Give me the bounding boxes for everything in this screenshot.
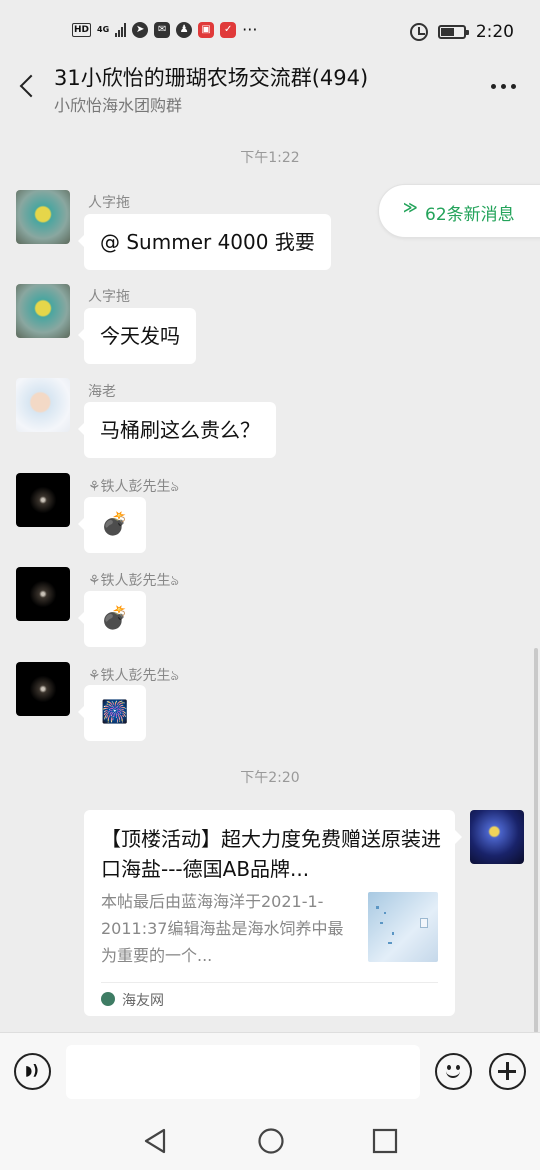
sender-name: ⚘铁人彭先生ঌ xyxy=(88,573,179,589)
avatar[interactable] xyxy=(16,473,70,527)
double-chevron-up-icon: ≫ xyxy=(403,200,418,216)
app-notification-icon: ✉ xyxy=(154,22,171,38)
sticker-bubble[interactable]: 🎆 xyxy=(78,685,146,741)
signal-icon xyxy=(115,23,127,37)
system-nav-bar xyxy=(0,1112,540,1170)
network-type: 4G xyxy=(97,25,110,34)
message-bubble[interactable]: @ Summer 4000 我要 xyxy=(78,214,331,270)
status-icons-right: 2:20 xyxy=(409,22,514,42)
timestamp: 下午1:22 xyxy=(240,150,300,166)
sticker-bubble[interactable]: 💣 xyxy=(78,497,146,553)
divider xyxy=(101,982,438,983)
avatar[interactable] xyxy=(16,378,70,432)
triangle-back-icon xyxy=(144,1128,166,1154)
site-logo-icon xyxy=(101,992,115,1006)
sender-name: 海老 xyxy=(88,384,116,400)
nav-home-button[interactable] xyxy=(257,1127,285,1155)
link-card-source: 海友网 xyxy=(122,993,164,1009)
new-messages-label: 62条新消息 xyxy=(425,205,515,225)
voice-input-button[interactable]: ◗) xyxy=(14,1053,51,1090)
sender-name: 人字拖 xyxy=(88,195,130,211)
new-messages-button[interactable]: ≫ 62条新消息 xyxy=(378,184,540,238)
more-options-button[interactable] xyxy=(491,84,516,89)
message-bubble[interactable]: 今天发吗 xyxy=(78,308,196,364)
sticker-bubble[interactable]: 💣 xyxy=(78,591,146,647)
chat-header: 31小欣怡的珊瑚农场交流群(494) 小欣怡海水团购群 xyxy=(0,54,540,118)
clock: 2:20 xyxy=(475,22,514,42)
scrollbar[interactable] xyxy=(534,648,538,1033)
chat-area[interactable]: 下午1:22 人字拖 @ Summer 4000 我要 ≫ 62条新消息 人字拖… xyxy=(0,118,540,1033)
back-button[interactable] xyxy=(14,72,42,100)
link-card[interactable]: 【顶楼活动】超大力度免费赠送原装进口海盐---德国AB品牌... 本帖最后由蓝海… xyxy=(84,810,462,1016)
status-icons-left: HD 4G ➤ ✉ ♟ ▣ ✓ ··· xyxy=(72,22,257,38)
message-bubble[interactable]: 马桶刷这么贵么？ xyxy=(78,402,276,458)
avatar[interactable] xyxy=(16,190,70,244)
link-card-title: 【顶楼活动】超大力度免费赠送原装进口海盐---德国AB品牌... xyxy=(101,827,441,881)
nav-recent-button[interactable] xyxy=(372,1128,398,1154)
link-card-thumbnail xyxy=(368,892,438,962)
link-card-description: 本帖最后由蓝海海洋于2021-1-2011:37编辑海盐是海水饲养中最为重要的一… xyxy=(101,892,344,965)
input-bar: ◗) xyxy=(0,1032,540,1112)
notification-icon: ▣ xyxy=(198,22,215,38)
sender-name: 人字拖 xyxy=(88,289,130,305)
avatar[interactable] xyxy=(16,284,70,338)
alarm-icon xyxy=(409,23,428,41)
message-input[interactable] xyxy=(66,1045,420,1099)
timestamp: 下午2:20 xyxy=(240,770,300,786)
avatar[interactable] xyxy=(16,662,70,716)
location-icon: ➤ xyxy=(132,22,149,38)
voice-wave-icon: ◗) xyxy=(25,1063,39,1079)
avatar[interactable] xyxy=(16,567,70,621)
circle-home-icon xyxy=(258,1128,284,1154)
qq-icon: ♟ xyxy=(176,22,193,38)
my-avatar[interactable] xyxy=(470,810,524,864)
square-recents-icon xyxy=(372,1128,398,1154)
battery-icon xyxy=(437,25,469,39)
group-subtitle: 小欣怡海水团购群 xyxy=(54,96,183,115)
more-notifications-icon: ··· xyxy=(242,20,258,39)
group-title: 31小欣怡的珊瑚农场交流群(494) xyxy=(54,66,369,90)
hd-icon: HD xyxy=(72,23,92,37)
emoji-button[interactable] xyxy=(435,1053,472,1090)
news-app-icon: ✓ xyxy=(220,22,237,38)
sender-name: ⚘铁人彭先生ঌ xyxy=(88,479,179,495)
more-actions-button[interactable] xyxy=(489,1053,526,1090)
